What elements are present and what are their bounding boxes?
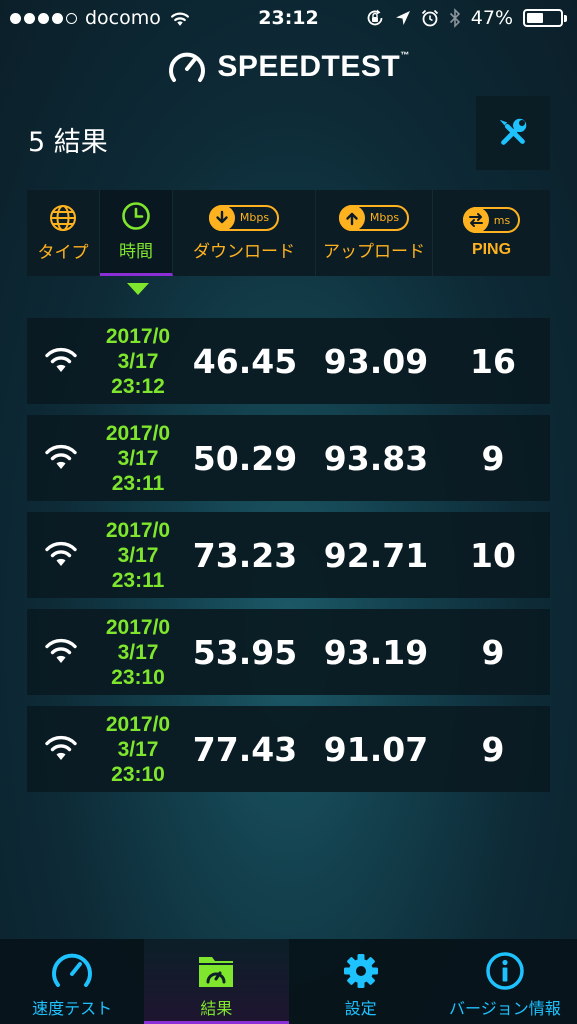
result-row[interactable]: 2017/0 3/17 23:12 46.45 93.09 16 (27, 318, 550, 404)
ping-value: 16 (470, 341, 516, 381)
sort-direction-indicator (127, 283, 149, 295)
bluetooth-icon (449, 8, 460, 28)
download-mbps-pill: Mbps (208, 204, 280, 231)
tab-results[interactable]: 結果 (144, 939, 289, 1024)
ping-value: 9 (481, 438, 505, 478)
wifi-connection-icon (45, 735, 77, 760)
result-timestamp: 2017/0 3/17 23:11 (105, 421, 171, 495)
sort-upload-label: アップロード (323, 241, 425, 262)
app-title: SPEEDTEST™ (217, 50, 410, 83)
ping-value: 9 (481, 729, 505, 769)
download-value: 46.45 (192, 341, 298, 381)
result-timestamp: 2017/0 3/17 23:12 (105, 324, 171, 398)
download-value: 50.29 (192, 438, 298, 478)
download-value: 77.43 (192, 729, 298, 769)
wifi-connection-icon (45, 444, 77, 469)
sort-ping-label: PING (471, 241, 512, 258)
tab-results-label: 結果 (200, 999, 233, 1018)
upload-value: 91.07 (323, 729, 429, 769)
upload-icon (346, 212, 358, 225)
alarm-icon (421, 9, 438, 27)
sort-bar: タイプ 時間 Mbps ダウンロード Mbps アップロード ms PING (27, 190, 550, 276)
upload-mbps-pill: Mbps (338, 204, 410, 231)
upload-value: 93.83 (323, 438, 429, 478)
sort-time-button[interactable]: 時間 (100, 190, 173, 276)
result-count: 5 結果 (28, 127, 108, 158)
battery-percent: 47% (470, 7, 513, 29)
speedometer-icon (52, 953, 93, 987)
clock-icon (122, 202, 150, 230)
gear-icon (343, 954, 378, 988)
info-icon (486, 952, 524, 990)
wifi-connection-icon (45, 347, 77, 372)
result-row[interactable]: 2017/0 3/17 23:11 73.23 92.71 10 (27, 512, 550, 598)
tab-about[interactable]: バージョン情報 (433, 939, 577, 1024)
upload-value: 93.19 (323, 632, 429, 672)
download-value: 53.95 (192, 632, 298, 672)
ping-ms-pill: ms (462, 207, 521, 233)
globe-icon (50, 204, 76, 231)
sort-download-button[interactable]: Mbps ダウンロード (173, 190, 316, 276)
wifi-connection-icon (45, 638, 77, 663)
sort-type-label: タイプ (37, 242, 89, 263)
tab-settings-label: 設定 (344, 999, 377, 1018)
tools-icon (499, 118, 527, 145)
result-timestamp: 2017/0 3/17 23:11 (105, 518, 171, 592)
tab-speed-test-label: 速度テスト (32, 999, 113, 1018)
tab-bar: 速度テスト 結果 設定 バージョン情報 (0, 939, 577, 1024)
ping-value: 9 (481, 632, 505, 672)
result-timestamp: 2017/0 3/17 23:10 (105, 615, 171, 689)
tab-speed-test[interactable]: 速度テスト (0, 939, 144, 1024)
battery-icon (523, 9, 567, 27)
tab-about-label: バージョン情報 (449, 999, 561, 1018)
speedtest-logo-icon (169, 52, 206, 82)
sort-time-label: 時間 (119, 242, 153, 262)
tools-button[interactable] (476, 96, 550, 170)
result-row[interactable]: 2017/0 3/17 23:11 50.29 93.83 9 (27, 415, 550, 501)
wifi-connection-icon (45, 541, 77, 566)
rotation-lock-icon (367, 9, 383, 26)
tab-settings[interactable]: 設定 (289, 939, 433, 1024)
sort-download-label: ダウンロード (193, 241, 295, 262)
location-arrow-icon (395, 11, 410, 25)
sort-upload-button[interactable]: Mbps アップロード (316, 190, 433, 276)
upload-value: 93.09 (323, 341, 429, 381)
app-header: SPEEDTEST™ (0, 48, 577, 86)
result-timestamp: 2017/0 3/17 23:10 (105, 712, 171, 786)
ping-value: 10 (470, 535, 516, 575)
result-row[interactable]: 2017/0 3/17 23:10 77.43 91.07 9 (27, 706, 550, 792)
results-folder-icon (199, 957, 234, 987)
status-bar: docomo 23:12 47% (0, 0, 577, 38)
download-value: 73.23 (192, 535, 298, 575)
ping-icon (468, 213, 483, 227)
download-icon (216, 210, 228, 223)
upload-value: 92.71 (323, 535, 429, 575)
sort-ping-button[interactable]: ms PING (433, 190, 550, 276)
sort-type-button[interactable]: タイプ (27, 190, 100, 276)
result-row[interactable]: 2017/0 3/17 23:10 53.95 93.19 9 (27, 609, 550, 695)
